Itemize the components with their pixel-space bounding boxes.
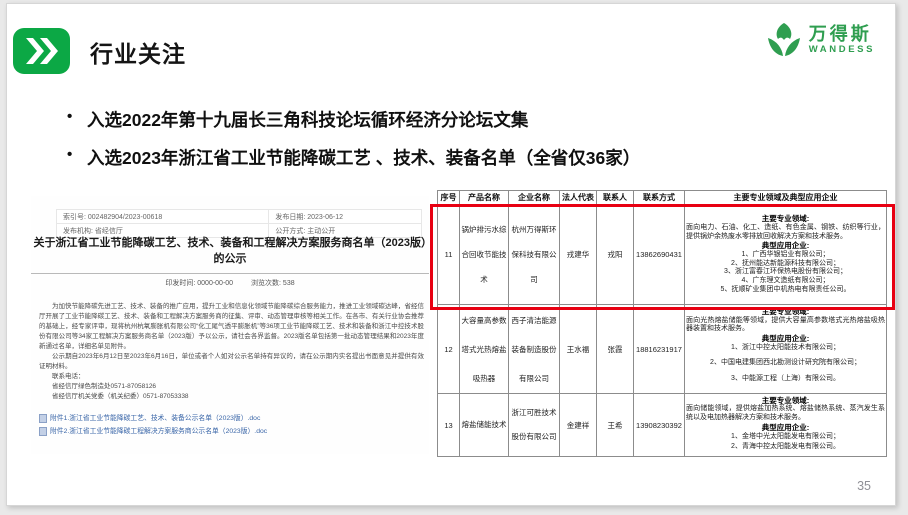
domain-text: 面向光热熔盐储能等领域，提供大容量高参数塔式光热熔盐吸热器装置和技术服务。 — [686, 317, 885, 335]
domain-text: 面向储能领域，提供熔盐加热系统、熔盐储热系统、蒸汽发生系统以及电加热器解决方案和… — [686, 405, 885, 423]
bullet-text: 入选2022年第十九届长三角科技论坛循环经济分论坛文集 — [87, 107, 528, 132]
cell-company: 西子清洁能源装备制造股份有限公司 — [509, 305, 560, 394]
cell-no: 13 — [438, 394, 460, 457]
vendor-table: 序号 产品名称 企业名称 法人代表 联系人 联系方式 主要专业领域及典型应用企业… — [437, 190, 887, 457]
cell-contact: 张霞 — [597, 305, 634, 394]
doc-contact-phone-2: 省经信厅机关党委（机关纪委）0571-87053338 — [39, 392, 424, 402]
app-item: 2、青海中控太阳能发电有限公司。 — [686, 443, 885, 452]
attachment-name[interactable]: 附件2.浙江省工业节能降碳工程解决方案服务商公示名单（2023版）.doc — [50, 425, 267, 438]
app-item: 1、金塔中光太阳能发电有限公司； — [686, 433, 885, 442]
cell-phone: 18816231917 — [634, 305, 685, 394]
apps-list: 1、浙江中控太阳能技术有限公司； 2、中国电建集团西北勘测设计研究院有限公司； … — [686, 344, 885, 384]
doc-view-count: 浏览次数: 538 — [251, 280, 295, 287]
app-item: 1、广西华银铝业有限公司； — [686, 251, 885, 260]
col-header-legal-rep: 法人代表 — [560, 191, 597, 205]
doc-info-table: 索引号: 002482904/2023-00618 发布日期: 2023-06-… — [56, 209, 422, 238]
cell-product: 大容量高参数塔式光热熔盐吸热器 — [460, 305, 509, 394]
domain-text: 面向电力、石油、化工、造纸、有色金属、钢铁、纺织等行业，提供锅炉余热废水零排放回… — [686, 224, 885, 242]
apps-label: 典型应用企业: — [686, 241, 885, 251]
doc-contact-label: 联系电话： — [39, 372, 424, 382]
gov-notice-screenshot: 索引号: 002482904/2023-00618 发布日期: 2023-06-… — [31, 196, 429, 454]
app-item: 2、中国电建集团西北勘测设计研究院有限公司； — [686, 359, 885, 368]
doc-file-icon — [39, 427, 47, 436]
page-title: 行业关注 — [90, 35, 186, 69]
doc-publish-date: 发布日期: 2023-06-12 — [269, 210, 422, 224]
doc-body: 为加快节能降碳先进工艺、技术、装备的推广应用，提升工业和信息化领域节能降碳综合服… — [39, 302, 424, 438]
cell-specialty: 主要专业领域: 面向电力、石油、化工、造纸、有色金属、钢铁、纺织等行业，提供锅炉… — [685, 205, 887, 305]
cell-phone: 13908230392 — [634, 394, 685, 457]
cell-company: 浙江可胜技术股份有限公司 — [509, 394, 560, 457]
doc-attachments: 附件1.浙江省工业节能降碳工艺、技术、装备公示名单（2023版）.doc 附件2… — [39, 412, 424, 438]
cell-product: 熔盐储能技术 — [460, 394, 509, 457]
app-item: 4、广东理文造纸有限公司； — [686, 277, 885, 286]
doc-file-icon — [39, 414, 47, 423]
table-row-12: 12 大容量高参数塔式光热熔盐吸热器 西子清洁能源装备制造股份有限公司 王水福 … — [438, 305, 887, 394]
cell-product: 锅炉排污水综合回收节能技术 — [460, 205, 509, 305]
table-header-row: 序号 产品名称 企业名称 法人代表 联系人 联系方式 主要专业领域及典型应用企业 — [438, 191, 887, 205]
table-row-13: 13 熔盐储能技术 浙江可胜技术股份有限公司 金建祥 王希 1390823039… — [438, 394, 887, 457]
app-item: 3、浙江富春江环保热电股份有限公司； — [686, 268, 885, 277]
apps-list: 1、广西华银铝业有限公司； 2、抚州能达新能源科技有限公司； 3、浙江富春江环保… — [686, 251, 885, 295]
logo-name-en: WANDESS — [809, 45, 875, 55]
col-header-phone: 联系方式 — [634, 191, 685, 205]
cell-no: 11 — [438, 205, 460, 305]
domain-label: 主要专业领域: — [686, 396, 885, 406]
apps-label: 典型应用企业: — [686, 334, 885, 344]
bullet-item: • 入选2023年浙江省工业节能降碳工艺 、技术、装备名单（全省仅36家） — [67, 145, 867, 170]
bullet-item: • 入选2022年第十九届长三角科技论坛循环经济分论坛文集 — [67, 107, 867, 132]
attachment-link-1[interactable]: 附件1.浙江省工业节能降碳工艺、技术、装备公示名单（2023版）.doc — [39, 412, 424, 425]
attachment-link-2[interactable]: 附件2.浙江省工业节能降碳工程解决方案服务商公示名单（2023版）.doc — [39, 425, 424, 438]
doc-issue-time: 印发时间: 0000-00-00 — [165, 280, 233, 287]
col-header-company: 企业名称 — [509, 191, 560, 205]
col-header-specialty: 主要专业领域及典型应用企业 — [685, 191, 887, 205]
apps-list: 1、金塔中光太阳能发电有限公司； 2、青海中控太阳能发电有限公司。 — [686, 433, 885, 453]
doc-index-no: 索引号: 002482904/2023-00618 — [57, 210, 269, 224]
app-item: 3、中能源工程（上海）有限公司。 — [686, 375, 885, 384]
app-item: 5、抚顺矿业集团中机热电有限责任公司。 — [686, 286, 885, 295]
bullet-text: 入选2023年浙江省工业节能降碳工艺 、技术、装备名单（全省仅36家） — [87, 145, 640, 170]
chevron-glyphs — [22, 37, 62, 65]
cell-legal-rep: 金建祥 — [560, 394, 597, 457]
slide: 行业关注 万得斯 WANDESS • 入选2022年第十九届长三角科技论坛循环经… — [6, 3, 896, 506]
cell-legal-rep: 戎建华 — [560, 205, 597, 305]
doc-contact-phone-1: 省经信厅绿色制造处0571-87058126 — [39, 382, 424, 392]
doc-paragraph-1: 为加快节能降碳先进工艺、技术、装备的推广应用，提升工业和信息化领域节能降碳综合服… — [39, 302, 424, 352]
cell-company: 杭州万得斯环保科技有限公司 — [509, 205, 560, 305]
doc-title: 关于浙江省工业节能降碳工艺、技术、装备和工程解决方案服务商名单（2023版）的公… — [33, 236, 427, 267]
cell-contact: 王希 — [597, 394, 634, 457]
cell-contact: 戎阳 — [597, 205, 634, 305]
doc-meta: 印发时间: 0000-00-00 浏览次数: 538 — [31, 278, 429, 288]
cell-legal-rep: 王水福 — [560, 305, 597, 394]
domain-label: 主要专业领域: — [686, 307, 885, 317]
logo-name-cn: 万得斯 — [809, 25, 875, 45]
bullet-dot: • — [67, 107, 87, 132]
apps-label: 典型应用企业: — [686, 423, 885, 433]
attachment-name[interactable]: 附件1.浙江省工业节能降碳工艺、技术、装备公示名单（2023版）.doc — [50, 412, 260, 425]
bullet-dot: • — [67, 145, 87, 170]
col-header-product: 产品名称 — [460, 191, 509, 205]
table-row-11: 11 锅炉排污水综合回收节能技术 杭州万得斯环保科技有限公司 戎建华 戎阳 13… — [438, 205, 887, 305]
cell-no: 12 — [438, 305, 460, 394]
cell-specialty: 主要专业领域: 面向储能领域，提供熔盐加热系统、熔盐储热系统、蒸汽发生系统以及电… — [685, 394, 887, 457]
doc-paragraph-2: 公示期自2023年6月12日至2023年6月16日，单位或者个人如对公示名单持有… — [39, 352, 424, 372]
col-header-no: 序号 — [438, 191, 460, 205]
plant-logo-icon — [764, 20, 804, 60]
doc-divider — [31, 273, 429, 274]
page-number: 35 — [857, 479, 871, 493]
col-header-contact: 联系人 — [597, 191, 634, 205]
cell-phone: 13862690431 — [634, 205, 685, 305]
double-chevron-icon — [13, 28, 70, 74]
app-item: 1、浙江中控太阳能技术有限公司； — [686, 344, 885, 353]
cell-specialty: 主要专业领域: 面向光热熔盐储能等领域，提供大容量高参数塔式光热熔盐吸热器装置和… — [685, 305, 887, 394]
domain-label: 主要专业领域: — [686, 214, 885, 224]
wandess-logo: 万得斯 WANDESS — [764, 20, 875, 60]
